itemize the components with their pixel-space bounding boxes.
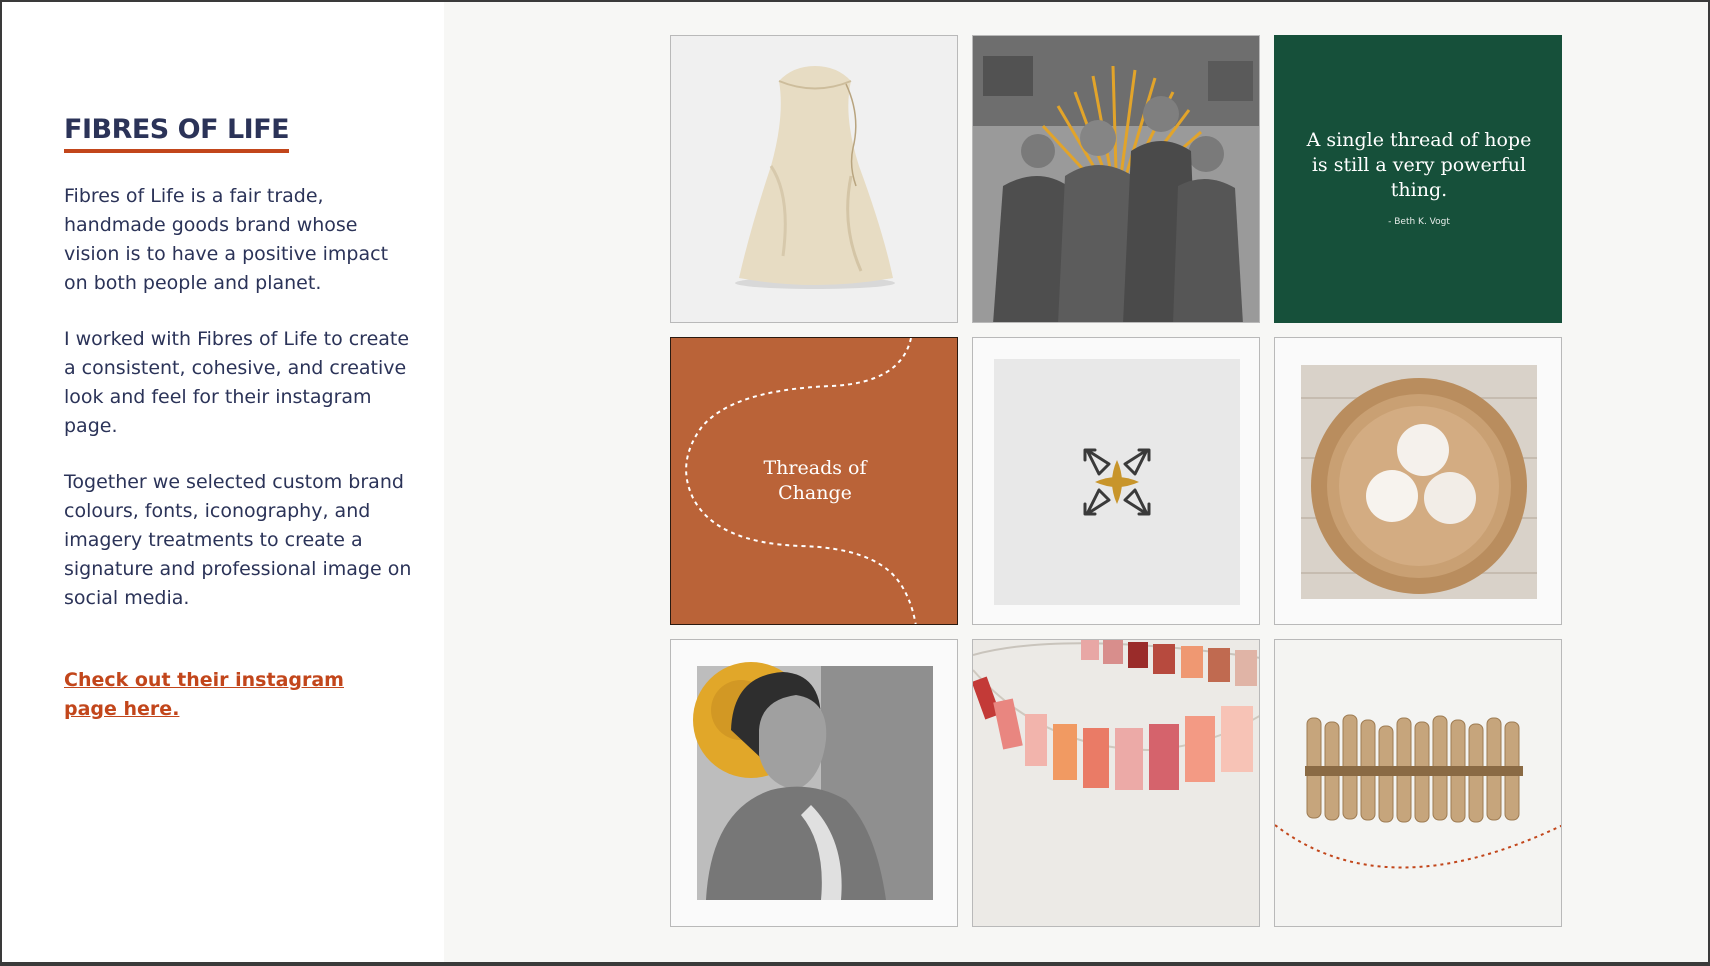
hands-logo-icon [1083, 448, 1151, 516]
wool-balls-image [1301, 365, 1537, 599]
wool-dryer-balls-photo [1274, 337, 1562, 625]
quote-tile: A single thread of hope is still a very … [1274, 35, 1562, 323]
brand-logo-tile [972, 337, 1260, 625]
wooden-clothespins-photo [1274, 639, 1562, 927]
quote-text: A single thread of hope is still a very … [1306, 129, 1532, 201]
artisan-women-photo [972, 35, 1260, 323]
artisan-portrait-image [693, 662, 933, 900]
drawstring-bag-image [735, 66, 895, 289]
artisan-portrait-photo [670, 639, 958, 927]
portfolio-page: FIBRES OF LIFE Fibres of Life is a fair … [2, 2, 1708, 962]
clothespins-image [1275, 714, 1561, 869]
fabric-bunting-photo [972, 639, 1260, 927]
drawstring-bag-photo [670, 35, 958, 323]
fabric-bunting-image [973, 640, 1259, 926]
work-paragraph: I worked with Fibres of Life to create a… [64, 328, 410, 437]
threads-of-change-text: Threads of Change [763, 457, 867, 504]
quote-attribution: - Beth K. Vogt [1388, 217, 1450, 227]
description-panel: FIBRES OF LIFE Fibres of Life is a fair … [2, 2, 444, 962]
instagram-link[interactable]: Check out their instagram page here. [64, 666, 344, 724]
page-title: FIBRES OF LIFE [64, 114, 290, 153]
branding-paragraph: Together we selected custom brand colour… [64, 471, 412, 609]
threads-of-change-tile: Threads of Change [670, 337, 958, 625]
artisan-women-image [973, 36, 1259, 322]
intro-paragraph: Fibres of Life is a fair trade, handmade… [64, 185, 389, 294]
